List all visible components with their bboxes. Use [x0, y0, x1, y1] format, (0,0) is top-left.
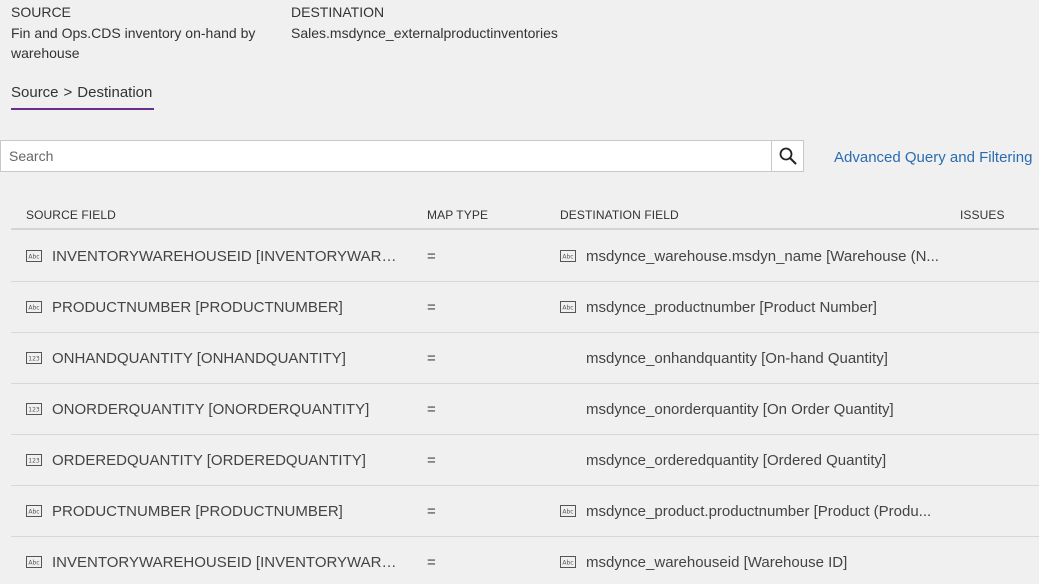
- breadcrumb-destination: Destination: [77, 84, 153, 101]
- source-info: SOURCE Fin and Ops.CDS inventory on-hand…: [11, 4, 271, 63]
- column-destination-field[interactable]: DESTINATION FIELD: [560, 208, 679, 222]
- map-type-cell: =: [427, 384, 467, 434]
- source-field-cell: 123 ONORDERQUANTITY [ONORDERQUANTITY]: [26, 384, 406, 434]
- table-row[interactable]: Abc INVENTORYWAREHOUSEID [INVENTORYWAREHO…: [11, 537, 1039, 584]
- grid-header: SOURCE FIELD MAP TYPE DESTINATION FIELD …: [11, 198, 1039, 230]
- source-field-text: ORDEREDQUANTITY [ORDEREDQUANTITY]: [52, 451, 366, 469]
- advanced-query-link[interactable]: Advanced Query and Filtering: [834, 148, 1032, 168]
- destination-field-cell: Abc msdynce_productnumber [Product Number…: [560, 282, 940, 332]
- svg-text:Abc: Abc: [28, 254, 39, 261]
- destination-field-text: msdynce_onhandquantity [On-hand Quantity…: [586, 349, 888, 367]
- svg-text:123: 123: [28, 356, 40, 363]
- destination-field-text: msdynce_onorderquantity [On Order Quanti…: [586, 400, 894, 418]
- destination-field-cell: msdynce_onhandquantity [On-hand Quantity…: [560, 333, 940, 383]
- svg-text:Abc: Abc: [28, 560, 39, 567]
- source-field-cell: 123 ORDEREDQUANTITY [ORDEREDQUANTITY]: [26, 435, 406, 485]
- source-field-cell: 123 ONHANDQUANTITY [ONHANDQUANTITY]: [26, 333, 406, 383]
- source-field-cell: Abc PRODUCTNUMBER [PRODUCTNUMBER]: [26, 486, 406, 536]
- destination-field-cell: Abc msdynce_warehouseid [Warehouse ID]: [560, 537, 940, 584]
- destination-info: DESTINATION Sales.msdynce_externalproduc…: [291, 4, 691, 43]
- destination-field-cell: msdynce_orderedquantity [Ordered Quantit…: [560, 435, 940, 485]
- search-input[interactable]: [1, 141, 771, 171]
- source-field-cell: Abc INVENTORYWAREHOUSEID [INVENTORYWAREHO…: [26, 231, 406, 281]
- source-field-cell: Abc PRODUCTNUMBER [PRODUCTNUMBER]: [26, 282, 406, 332]
- source-field-cell: Abc INVENTORYWAREHOUSEID [INVENTORYWAREHO…: [26, 537, 406, 584]
- breadcrumb[interactable]: Source > Destination: [11, 83, 154, 110]
- destination-field-cell: Abc msdynce_warehouse.msdyn_name [Warehou…: [560, 231, 940, 281]
- map-type-text: =: [427, 400, 436, 418]
- abc-text-icon: Abc: [560, 250, 576, 262]
- svg-text:123: 123: [28, 458, 40, 465]
- svg-text:Abc: Abc: [562, 509, 573, 516]
- source-field-text: PRODUCTNUMBER [PRODUCTNUMBER]: [52, 298, 343, 316]
- svg-text:Abc: Abc: [562, 305, 573, 312]
- abc-text-icon: Abc: [26, 301, 42, 313]
- table-row[interactable]: Abc PRODUCTNUMBER [PRODUCTNUMBER] = Abc msdy…: [11, 486, 1039, 537]
- destination-field-cell: msdynce_onorderquantity [On Order Quanti…: [560, 384, 940, 434]
- map-type-text: =: [427, 451, 436, 469]
- column-map-type[interactable]: MAP TYPE: [427, 208, 488, 222]
- svg-text:123: 123: [28, 407, 40, 414]
- table-row[interactable]: 123 ORDEREDQUANTITY [ORDEREDQUANTITY] = msd…: [11, 435, 1039, 486]
- destination-field-cell: Abc msdynce_product.productnumber [Produc…: [560, 486, 940, 536]
- column-issues[interactable]: ISSUES: [960, 208, 1005, 222]
- table-row[interactable]: Abc INVENTORYWAREHOUSEID [INVENTORYWAREHO…: [11, 231, 1039, 282]
- column-source-field[interactable]: SOURCE FIELD: [26, 208, 116, 222]
- destination-field-text: msdynce_warehouseid [Warehouse ID]: [586, 553, 848, 571]
- map-type-text: =: [427, 247, 436, 265]
- abc-text-icon: Abc: [26, 505, 42, 517]
- mapping-grid: Abc INVENTORYWAREHOUSEID [INVENTORYWAREHO…: [11, 231, 1039, 584]
- map-type-cell: =: [427, 333, 467, 383]
- destination-field-text: msdynce_product.productnumber [Product (…: [586, 502, 932, 520]
- destination-value: Sales.msdynce_externalproductinventories: [291, 25, 558, 41]
- source-value: Fin and Ops.CDS inventory on-hand by war…: [11, 25, 256, 61]
- map-type-text: =: [427, 349, 436, 367]
- map-type-text: =: [427, 553, 436, 571]
- table-row[interactable]: Abc PRODUCTNUMBER [PRODUCTNUMBER] = Abc msdy…: [11, 282, 1039, 333]
- source-field-text: ONORDERQUANTITY [ONORDERQUANTITY]: [52, 400, 370, 418]
- abc-text-icon: Abc: [26, 250, 42, 262]
- numeric-123-icon: 123: [26, 454, 42, 466]
- source-label: SOURCE: [11, 4, 71, 20]
- search-box: [0, 140, 804, 172]
- svg-text:Abc: Abc: [562, 254, 573, 261]
- map-type-cell: =: [427, 486, 467, 536]
- svg-text:Abc: Abc: [562, 560, 573, 567]
- map-type-cell: =: [427, 231, 467, 281]
- numeric-123-icon: 123: [26, 403, 42, 415]
- search-button[interactable]: [771, 141, 803, 171]
- abc-text-icon: Abc: [560, 505, 576, 517]
- numeric-123-icon: 123: [26, 352, 42, 364]
- svg-text:Abc: Abc: [28, 509, 39, 516]
- search-icon: [779, 147, 796, 165]
- destination-field-text: msdynce_orderedquantity [Ordered Quantit…: [586, 451, 887, 469]
- destination-label: DESTINATION: [291, 4, 385, 20]
- table-row[interactable]: 123 ONORDERQUANTITY [ONORDERQUANTITY] = msd…: [11, 384, 1039, 435]
- svg-text:Abc: Abc: [28, 305, 39, 312]
- source-field-text: INVENTORYWAREHOUSEID [INVENTORYWAREHO...: [52, 553, 406, 571]
- table-row[interactable]: 123 ONHANDQUANTITY [ONHANDQUANTITY] = msdyn…: [11, 333, 1039, 384]
- map-type-cell: =: [427, 282, 467, 332]
- breadcrumb-source: Source: [11, 84, 59, 101]
- abc-text-icon: Abc: [560, 556, 576, 568]
- abc-text-icon: Abc: [560, 301, 576, 313]
- destination-field-text: msdynce_warehouse.msdyn_name [Warehouse …: [586, 247, 939, 265]
- map-type-text: =: [427, 298, 436, 316]
- map-type-cell: =: [427, 435, 467, 485]
- abc-text-icon: Abc: [26, 556, 42, 568]
- map-type-cell: =: [427, 537, 467, 584]
- source-field-text: ONHANDQUANTITY [ONHANDQUANTITY]: [52, 349, 346, 367]
- source-field-text: PRODUCTNUMBER [PRODUCTNUMBER]: [52, 502, 343, 520]
- destination-field-text: msdynce_productnumber [Product Number]: [586, 298, 877, 316]
- source-field-text: INVENTORYWAREHOUSEID [INVENTORYWAREHO...: [52, 247, 406, 265]
- breadcrumb-separator: >: [63, 84, 73, 101]
- map-type-text: =: [427, 502, 436, 520]
